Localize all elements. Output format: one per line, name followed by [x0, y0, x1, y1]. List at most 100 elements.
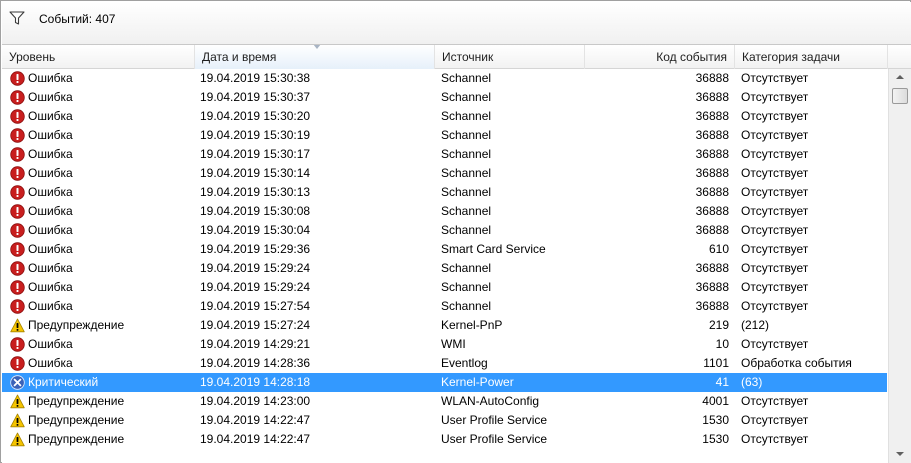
table-row[interactable]: Ошибка 19.04.2019 15:30:38 Schannel 36888 От… — [2, 69, 887, 88]
error-icon — [10, 147, 25, 162]
cell-task-category: Отсутствует — [741, 432, 809, 446]
events-toolbar: Событий: 407 — [2, 2, 911, 45]
cell-level-text: Предупреждение — [28, 318, 125, 332]
critical-icon — [10, 375, 25, 390]
cell-level-text: Ошибка — [28, 128, 73, 142]
table-row[interactable]: Ошибка 19.04.2019 15:30:17 Schannel 36888 От… — [2, 145, 887, 164]
table-row[interactable]: Предупреждение 19.04.2019 15:27:24 Kernel-… — [2, 316, 887, 335]
cell-level: Критический — [8, 373, 194, 392]
cell-source: Schannel — [441, 90, 492, 104]
error-icon — [10, 337, 25, 352]
column-header-source[interactable]: Источник — [435, 45, 585, 69]
cell-event-code: 10 — [715, 337, 729, 351]
table-row[interactable]: Ошибка 19.04.2019 15:29:24 Schannel 36888 От… — [2, 278, 887, 297]
filter-icon[interactable] — [9, 11, 25, 25]
cell-source: Schannel — [441, 71, 492, 85]
cell-task-category: Отсутствует — [741, 394, 809, 408]
cell-event-code: 36888 — [695, 90, 729, 104]
cell-source: Schannel — [441, 166, 492, 180]
cell-level: Предупреждение — [8, 411, 194, 430]
cell-datetime: 19.04.2019 15:30:14 — [200, 166, 311, 180]
error-icon — [10, 204, 25, 219]
error-icon — [10, 280, 25, 295]
cell-task-category: Отсутствует — [741, 71, 809, 85]
vertical-scrollbar[interactable] — [888, 69, 911, 463]
error-icon — [10, 71, 25, 86]
column-header-level[interactable]: Уровень — [2, 45, 195, 69]
column-header-datetime-label: Дата и время — [202, 50, 277, 64]
cell-datetime: 19.04.2019 15:30:20 — [200, 109, 311, 123]
cell-source: Schannel — [441, 223, 492, 237]
cell-task-category: Отсутствует — [741, 261, 809, 275]
column-header-filler — [888, 45, 911, 69]
error-icon — [10, 261, 25, 276]
cell-source: Kernel-PnP — [441, 318, 503, 332]
cell-event-code: 219 — [708, 318, 729, 332]
cell-datetime: 19.04.2019 15:30:13 — [200, 185, 311, 199]
sort-descending-icon — [313, 45, 321, 49]
cell-datetime: 19.04.2019 15:30:37 — [200, 90, 311, 104]
table-row[interactable]: Ошибка 19.04.2019 15:30:04 Schannel 36888 От… — [2, 221, 887, 240]
cell-task-category: Отсутствует — [741, 280, 809, 294]
table-row[interactable]: Ошибка 19.04.2019 15:29:24 Schannel 36888 От… — [2, 259, 887, 278]
scroll-down-icon[interactable] — [889, 446, 911, 463]
cell-datetime: 19.04.2019 15:29:36 — [200, 242, 311, 256]
cell-datetime: 19.04.2019 14:29:21 — [200, 337, 311, 351]
cell-event-code: 36888 — [695, 185, 729, 199]
table-row[interactable]: Ошибка 19.04.2019 15:30:20 Schannel 36888 От… — [2, 107, 887, 126]
table-row[interactable]: Ошибка 19.04.2019 15:27:54 Schannel 36888 От… — [2, 297, 887, 316]
cell-event-code: 36888 — [695, 109, 729, 123]
table-row[interactable]: Ошибка 19.04.2019 15:30:37 Schannel 36888 От… — [2, 88, 887, 107]
error-icon — [10, 242, 25, 257]
cell-task-category: (212) — [741, 318, 770, 332]
cell-source: Schannel — [441, 147, 492, 161]
cell-task-category: Отсутствует — [741, 128, 809, 142]
cell-event-code: 36888 — [695, 280, 729, 294]
error-icon — [10, 356, 25, 371]
cell-source: WMI — [441, 337, 466, 351]
cell-source: Schannel — [441, 109, 492, 123]
cell-task-category: Отсутствует — [741, 166, 809, 180]
cell-level-text: Предупреждение — [28, 394, 125, 408]
cell-task-category: Обработка события — [741, 356, 852, 370]
cell-level-text: Ошибка — [28, 109, 73, 123]
column-header-task-category[interactable]: Категория задачи — [735, 45, 888, 69]
table-row[interactable]: Ошибка 19.04.2019 14:29:21 WMI 10 Отсутствуе… — [2, 335, 887, 354]
table-row[interactable]: Ошибка 19.04.2019 15:29:36 Smart Card Serv… — [2, 240, 887, 259]
cell-level: Ошибка — [8, 221, 194, 240]
cell-level-text: Ошибка — [28, 261, 73, 275]
cell-source: Schannel — [441, 185, 492, 199]
table-row[interactable]: Ошибка 19.04.2019 15:30:19 Schannel 36888 От… — [2, 126, 887, 145]
table-row[interactable]: Предупреждение 19.04.2019 14:22:47 User Pr… — [2, 411, 887, 430]
table-row[interactable]: Критический 19.04.2019 14:28:18 Kernel-Pow… — [2, 373, 887, 392]
table-row[interactable]: Предупреждение 19.04.2019 14:23:00 WLAN-Au… — [2, 392, 887, 411]
table-row[interactable]: Предупреждение 19.04.2019 14:22:47 User Pr… — [2, 430, 887, 449]
cell-task-category: Отсутствует — [741, 242, 809, 256]
cell-level-text: Ошибка — [28, 299, 73, 313]
cell-level-text: Предупреждение — [28, 432, 125, 446]
table-row[interactable]: Ошибка 19.04.2019 15:30:13 Schannel 36888 От… — [2, 183, 887, 202]
table-row[interactable]: Ошибка 19.04.2019 15:30:08 Schannel 36888 От… — [2, 202, 887, 221]
cell-level: Ошибка — [8, 145, 194, 164]
events-table: Уровень Дата и время Источник Код событи… — [2, 45, 911, 463]
scroll-up-icon[interactable] — [889, 69, 911, 86]
cell-level: Предупреждение — [8, 316, 194, 335]
cell-task-category: Отсутствует — [741, 204, 809, 218]
table-row[interactable]: Ошибка 19.04.2019 14:28:36 Eventlog 1101 Обр… — [2, 354, 887, 373]
cell-level: Ошибка — [8, 259, 194, 278]
cell-datetime: 19.04.2019 15:29:24 — [200, 261, 311, 275]
table-row[interactable]: Ошибка 19.04.2019 15:30:14 Schannel 36888 От… — [2, 164, 887, 183]
error-icon — [10, 223, 25, 238]
cell-datetime: 19.04.2019 15:30:04 — [200, 223, 311, 237]
cell-task-category: Отсутствует — [741, 413, 809, 427]
column-header-event-code[interactable]: Код события — [585, 45, 735, 69]
cell-event-code: 36888 — [695, 128, 729, 142]
cell-level: Ошибка — [8, 354, 194, 373]
cell-datetime: 19.04.2019 15:30:19 — [200, 128, 311, 142]
cell-task-category: Отсутствует — [741, 109, 809, 123]
cell-level-text: Ошибка — [28, 147, 73, 161]
cell-datetime: 19.04.2019 14:23:00 — [200, 394, 311, 408]
cell-task-category: Отсутствует — [741, 185, 809, 199]
cell-level-text: Ошибка — [28, 280, 73, 294]
scrollbar-thumb[interactable] — [892, 88, 908, 104]
